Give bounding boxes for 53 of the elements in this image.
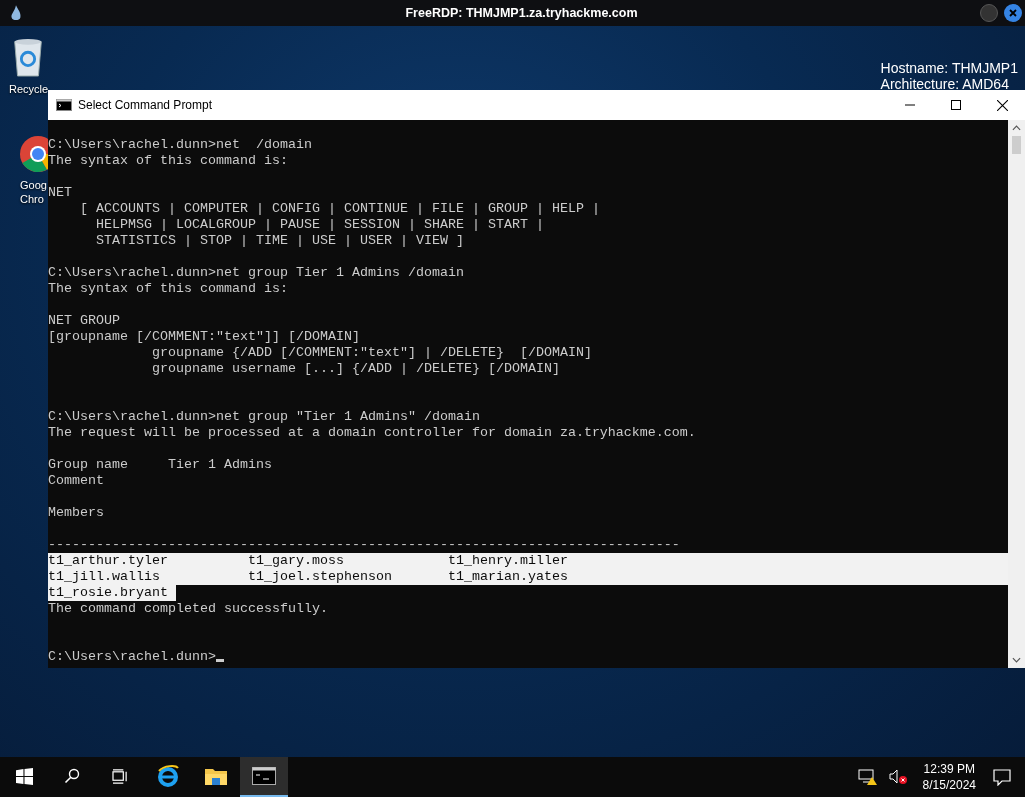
console-text: ------------------------------------------------------------------------------- xyxy=(48,537,680,553)
console-text: NET GROUP xyxy=(48,313,120,329)
console-text: [groupname [/COMMENT:"text"]] [/DOMAIN] xyxy=(48,329,360,345)
console-text: STATISTICS | STOP | TIME | USE | USER | VIEW ] xyxy=(95,233,464,249)
console-text: Group name Tier 1 Admins xyxy=(48,457,272,473)
selected-console-text: t1_rosie.bryant xyxy=(48,585,176,601)
console-text: Comment xyxy=(48,473,104,489)
search-icon xyxy=(64,768,80,784)
selected-console-text: t1_jill.wallis t1_joel.stephenson t1_marian.yates xyxy=(48,569,1008,585)
window-title: FreeRDP: THMJMP1.za.tryhackme.com xyxy=(404,6,639,20)
maximize-icon xyxy=(951,100,961,110)
icon-label: Goog xyxy=(20,178,47,192)
console-text: The syntax of this command is: xyxy=(48,281,288,297)
browser-e-icon xyxy=(156,764,180,788)
close-icon xyxy=(996,99,1008,111)
icon-label: Recycle xyxy=(9,82,49,96)
icon-label: Chro xyxy=(20,192,44,206)
scrollbar[interactable] xyxy=(1008,120,1025,668)
system-info-text: Architecture: AMD64 xyxy=(880,76,1010,92)
window-title: Select Command Prompt xyxy=(78,98,214,112)
terminal-taskbar-button[interactable] xyxy=(240,757,288,797)
console-text: groupname username [...] {/ADD | /DELETE} [/DOMAIN] xyxy=(150,361,560,377)
console-text: HELPMSG | LOCALGROUP | PAUSE | SESSION | SHARE | START | xyxy=(95,217,544,233)
scroll-down-icon[interactable] xyxy=(1012,657,1021,663)
console-text: The command completed successfully. xyxy=(48,601,328,617)
console-text: C:\Users\rachel.dunn>net group "Tier 1 Admins" /domain xyxy=(48,409,480,425)
console-text: groupname {/ADD [/COMMENT:"text"] | /DELETE} [/DOMAIN] xyxy=(150,345,592,361)
scroll-thumb[interactable] xyxy=(1012,136,1021,154)
close-button[interactable] xyxy=(1004,4,1022,22)
network-warning-icon[interactable] xyxy=(857,768,878,786)
console-prompt: C:\Users\rachel.dunn> xyxy=(48,649,216,665)
scroll-up-icon[interactable] xyxy=(1012,125,1021,131)
console-text: Members xyxy=(48,505,104,521)
volume-muted-icon[interactable] xyxy=(887,768,908,786)
selected-console-text: t1_arthur.tyler t1_gary.moss t1_henry.miller xyxy=(48,553,1008,569)
terminal-icon xyxy=(56,99,72,111)
console-text: C:\Users\rachel.dunn>net group Tier 1 Admins /domain xyxy=(48,265,464,281)
system-info-text: Hostname: THMJMP1 xyxy=(880,60,1018,76)
notification-icon[interactable] xyxy=(993,768,1011,786)
close-icon xyxy=(1009,9,1017,17)
clock-date: 8/15/2024 xyxy=(922,777,976,793)
task-view-icon xyxy=(111,768,129,784)
console-text: C:\Users\rachel.dunn>net /domain xyxy=(48,137,312,153)
folder-icon xyxy=(204,766,228,786)
console-text: [ ACCOUNTS | COMPUTER | CONFIG | CONTINUE | FILE | GROUP | HELP | xyxy=(79,201,600,217)
console-text: The syntax of this command is: xyxy=(48,153,288,169)
clock-time: 12:39 PM xyxy=(923,761,975,777)
text-cursor xyxy=(215,659,224,662)
windows-logo-icon xyxy=(15,767,33,785)
clock[interactable]: 12:39 PM 8/15/2024 xyxy=(922,761,976,793)
terminal-icon xyxy=(252,767,276,785)
console-text: The request will be processed at a domain controller for domain za.tryhackme.com. xyxy=(48,425,696,441)
console-text: NET xyxy=(48,185,72,201)
